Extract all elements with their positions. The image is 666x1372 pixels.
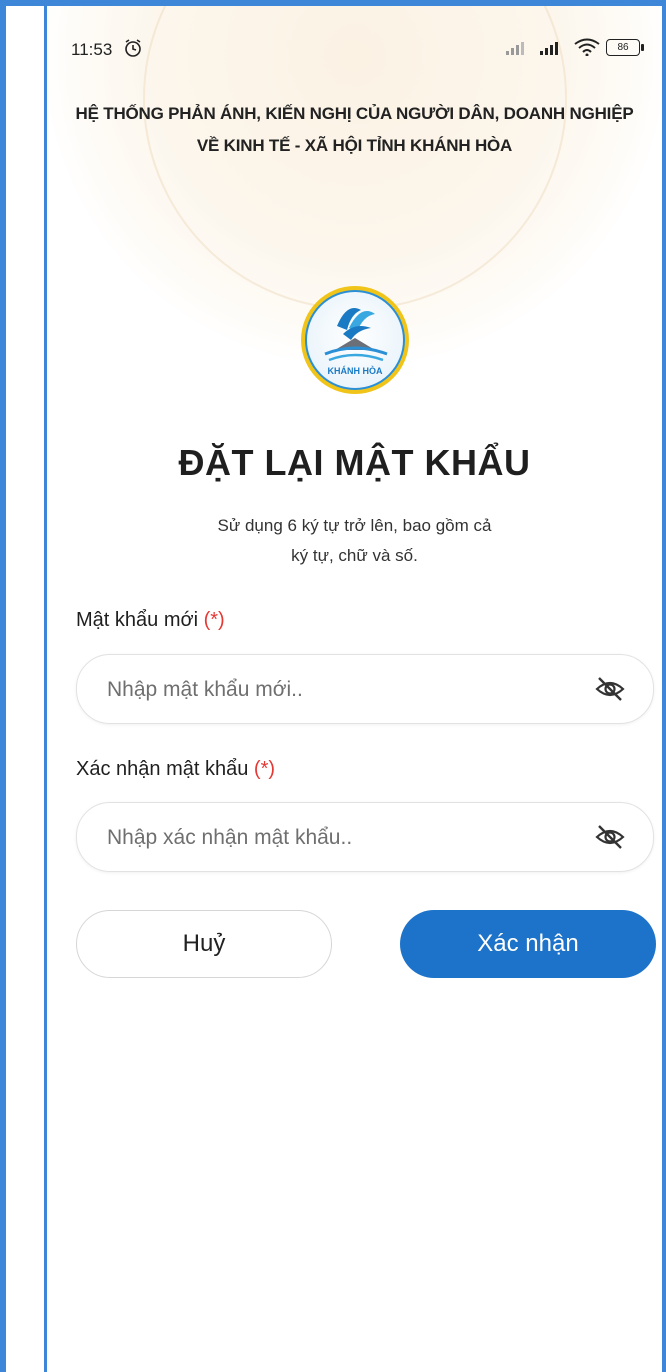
- status-icons: 86: [506, 38, 644, 56]
- subtitle-line-2: ký tự, chữ và số.: [291, 546, 418, 565]
- header-line-2: VỀ KINH TẾ - XÃ HỘI TỈNH KHÁNH HÒA: [196, 136, 513, 155]
- required-mark: (*): [253, 758, 276, 780]
- new-password-field-wrapper: [76, 654, 654, 725]
- eye-off-icon[interactable]: [595, 675, 625, 703]
- status-bar: 11:53 86: [47, 28, 662, 68]
- new-password-input[interactable]: [105, 655, 569, 725]
- khanh-hoa-logo: KHÁNH HÒA: [300, 286, 409, 394]
- subtitle-line-1: Sử dụng 6 ký tự trở lên, bao gồm cả: [217, 516, 492, 535]
- confirm-button[interactable]: Xác nhận: [400, 910, 656, 978]
- device-frame: 11:53 86 HỆ THỐNG PHẢN ÁNH, KIẾN NGHỊ CỦ…: [0, 0, 666, 1372]
- signal-icon: [506, 42, 524, 55]
- eye-off-icon[interactable]: [595, 823, 625, 851]
- confirm-password-input[interactable]: [105, 803, 569, 873]
- battery-icon: 86: [606, 38, 644, 56]
- system-header: HỆ THỐNG PHẢN ÁNH, KIẾN NGHỊ CỦA NGƯỜI D…: [47, 98, 662, 162]
- signal-icon: [540, 42, 558, 55]
- confirm-password-label: Xác nhận mật khẩu (*): [76, 758, 275, 781]
- alarm-icon: [125, 39, 141, 57]
- status-time: 11:53: [71, 40, 113, 59]
- cancel-button[interactable]: Huỷ: [76, 910, 332, 978]
- confirm-password-field-wrapper: [76, 802, 654, 873]
- required-mark: (*): [203, 609, 225, 631]
- new-password-label: Mật khẩu mới (*): [76, 609, 225, 632]
- page-title: ĐẶT LẠI MẬT KHẨU: [178, 442, 531, 483]
- header-line-1: HỆ THỐNG PHẢN ÁNH, KIẾN NGHỊ CỦA NGƯỜI D…: [75, 104, 634, 123]
- page-subtitle: Sử dụng 6 ký tự trở lên, bao gồm cả ký t…: [47, 511, 662, 571]
- logo-text: KHÁNH HÒA: [327, 365, 382, 376]
- wifi-icon: [574, 38, 600, 56]
- new-password-label-text: Mật khẩu mới: [76, 609, 199, 631]
- confirm-password-label-text: Xác nhận mật khẩu: [76, 758, 249, 780]
- app-screen: 11:53 86 HỆ THỐNG PHẢN ÁNH, KIẾN NGHỊ CỦ…: [47, 6, 662, 1372]
- battery-level: 86: [617, 41, 629, 53]
